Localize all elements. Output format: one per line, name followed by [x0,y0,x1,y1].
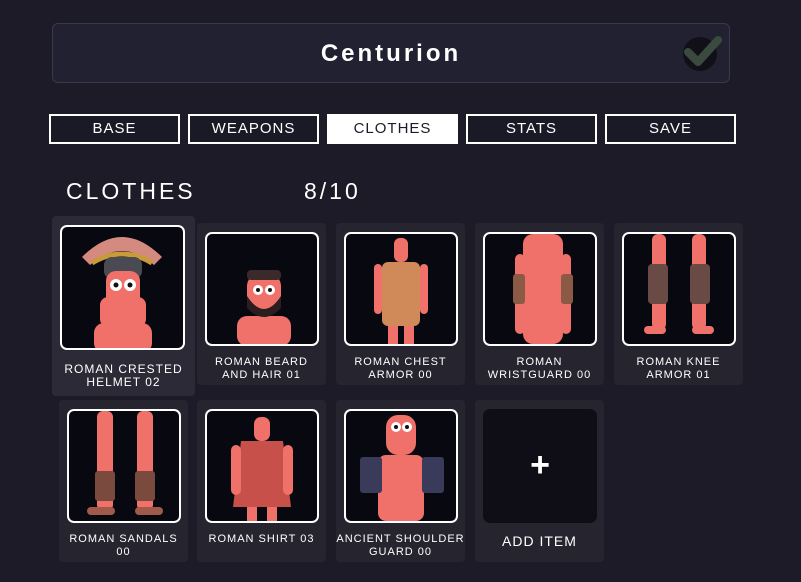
checkmark-icon[interactable] [680,30,726,76]
item-thumbnail [205,409,319,523]
tab-stats[interactable]: STATS [466,114,597,144]
plus-icon: + [530,446,550,484]
unit-name: Centurion [320,40,462,67]
tab-clothes[interactable]: CLOTHES [327,114,458,144]
item-label: ROMAN CRESTED HELMET 02 [64,362,183,389]
wristguard-figure-icon [513,234,573,344]
item-thumbnail [67,409,181,523]
item-card-roman-knee-armor[interactable]: ROMAN KNEE ARMOR 01 [614,223,743,385]
tab-save[interactable]: SAVE [605,114,736,144]
item-label: ROMAN KNEE ARMOR 01 [636,356,721,381]
item-card-ancient-shoulder-guard[interactable]: ANCIENT SHOULDER GUARD 00 [336,400,465,562]
item-count: 8/10 [304,178,361,204]
item-thumbnail [622,232,736,346]
item-label: ROMAN WRISTGUARD 00 [487,356,592,381]
shirt-figure-icon [231,417,293,521]
item-thumbnail [344,232,458,346]
add-item-box: + [483,409,597,523]
item-thumbnail [205,232,319,346]
sandals-figure-icon [87,411,163,515]
add-item-button[interactable]: + ADD ITEM [475,400,604,562]
item-label: ROMAN SANDALS 00 [69,533,178,558]
item-label: ANCIENT SHOULDER GUARD 00 [336,533,465,558]
item-label: ROMAN BEARD AND HAIR 01 [215,356,308,381]
knee-armor-figure-icon [644,234,714,334]
item-thumbnail [60,225,185,350]
item-card-roman-sandals[interactable]: ROMAN SANDALS 00 [59,400,188,562]
beard-figure-icon [237,270,291,344]
tab-weapons[interactable]: WEAPONS [188,114,319,144]
add-item-label: ADD ITEM [502,533,577,549]
item-card-roman-shirt[interactable]: ROMAN SHIRT 03 [197,400,326,562]
item-thumbnail [483,232,597,346]
helmet-figure-icon [82,237,162,348]
item-card-roman-chest-armor[interactable]: ROMAN CHEST ARMOR 00 [336,223,465,385]
item-thumbnail [344,409,458,523]
tab-base[interactable]: BASE [49,114,180,144]
item-label: ROMAN SHIRT 03 [208,533,315,545]
item-card-roman-wristguard[interactable]: ROMAN WRISTGUARD 00 [475,223,604,385]
tab-bar: BASE WEAPONS CLOTHES STATS SAVE [49,114,737,144]
item-card-roman-beard[interactable]: ROMAN BEARD AND HAIR 01 [197,223,326,385]
shoulder-guard-figure-icon [360,415,444,521]
item-label: ROMAN CHEST ARMOR 00 [354,356,447,381]
unit-title-bar: Centurion [52,23,730,83]
section-title: CLOTHES [66,178,196,204]
item-card-roman-crested-helmet[interactable]: ROMAN CRESTED HELMET 02 [52,216,195,396]
chest-armor-figure-icon [374,238,428,344]
